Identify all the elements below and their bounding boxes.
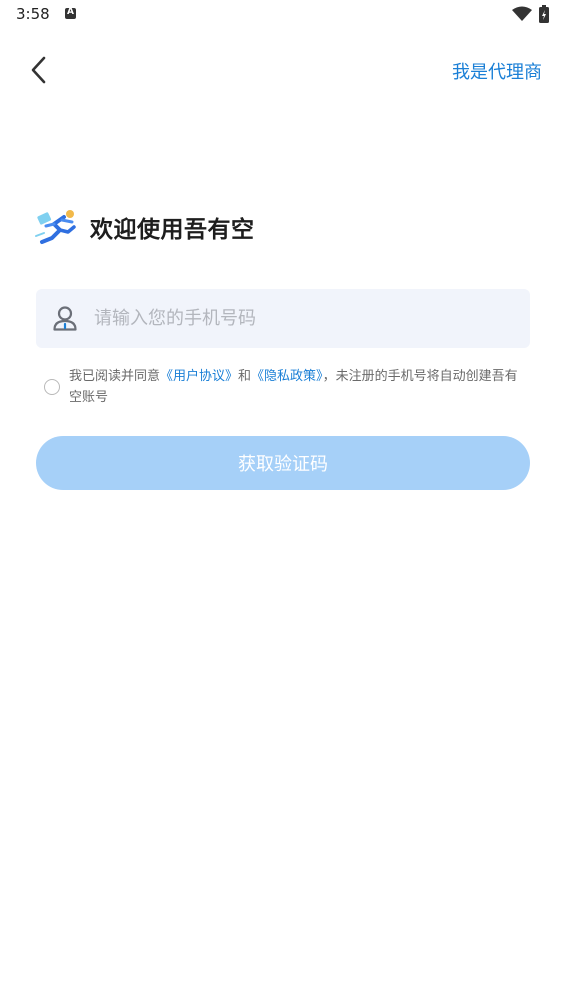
a-notification-icon <box>65 7 76 19</box>
wifi-icon <box>512 6 532 26</box>
user-icon <box>53 306 77 331</box>
agent-link[interactable]: 我是代理商 <box>452 58 542 84</box>
chevron-left-icon <box>31 56 46 84</box>
running-man-logo-icon <box>35 210 76 244</box>
agree-radio[interactable] <box>44 379 60 395</box>
welcome-title: 欢迎使用吾有空 <box>90 217 255 243</box>
status-bar: 3:58 <box>0 0 566 30</box>
welcome-header: 欢迎使用吾有空 <box>34 207 255 247</box>
privacy-policy-link[interactable]: 《隐私政策》 <box>251 369 323 384</box>
phone-input[interactable] <box>94 289 514 348</box>
phone-field[interactable] <box>36 289 530 348</box>
battery-icon <box>539 5 549 27</box>
agreement-prefix: 我已阅读并同意 <box>69 369 161 384</box>
back-button[interactable] <box>26 54 56 86</box>
user-agreement-link[interactable]: 《用户协议》 <box>160 369 238 384</box>
agreement-and: 和 <box>238 369 252 384</box>
get-code-button[interactable]: 获取验证码 <box>36 436 530 490</box>
agreement-text: 我已阅读并同意《用户协议》和《隐私政策》，未注册的手机号将自动创建吾有空账号 <box>69 366 529 408</box>
status-time: 3:58 <box>16 5 50 23</box>
